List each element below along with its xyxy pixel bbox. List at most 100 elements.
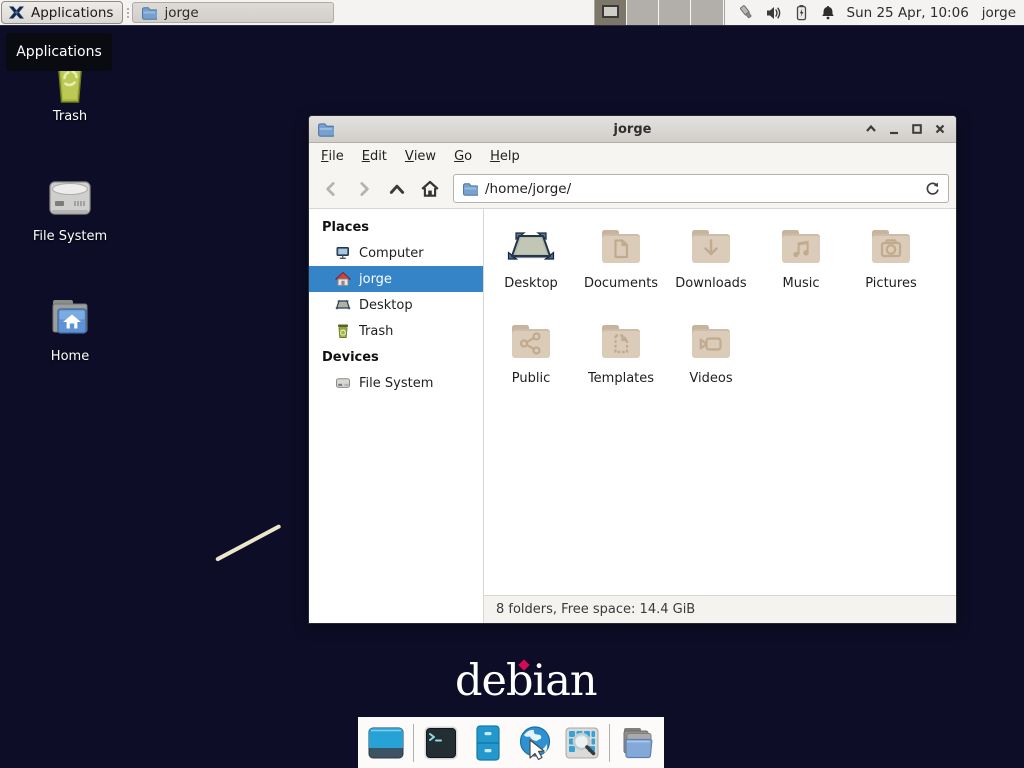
notifications-icon[interactable] bbox=[820, 4, 836, 21]
folder-label: Music bbox=[783, 276, 820, 291]
terminal-icon[interactable] bbox=[421, 723, 461, 763]
show-desktop-icon[interactable] bbox=[366, 723, 406, 763]
applications-tooltip: Applications bbox=[6, 33, 112, 71]
window-titlebar[interactable]: jorge bbox=[309, 116, 956, 143]
panel-handle[interactable] bbox=[123, 0, 132, 25]
folder-label: Public bbox=[512, 371, 550, 386]
menu-edit[interactable]: Edit bbox=[353, 143, 396, 169]
download-icon bbox=[687, 223, 735, 276]
menu-view[interactable]: View bbox=[396, 143, 445, 169]
folder-item-pictures[interactable]: Pictures bbox=[847, 223, 935, 318]
folder-label: Documents bbox=[584, 276, 658, 291]
desktop-icon bbox=[507, 223, 555, 276]
desktop-icon-home[interactable]: Home bbox=[15, 292, 125, 364]
desktop-icon bbox=[335, 297, 351, 313]
window-title: jorge bbox=[309, 122, 956, 137]
battery-icon[interactable] bbox=[794, 4, 809, 21]
main-pane: Desktop Documents bbox=[484, 209, 956, 623]
toolbar: /home/jorge/ bbox=[309, 169, 956, 209]
session-user-menu[interactable]: jorge bbox=[982, 0, 1024, 25]
sidebar-item-label: Trash bbox=[359, 324, 393, 339]
share-icon bbox=[507, 318, 555, 371]
workspace-window-preview bbox=[602, 5, 619, 18]
dock bbox=[358, 717, 664, 768]
maximize-button[interactable] bbox=[909, 121, 925, 137]
file-manager-window: jorge File Edit View Go Help bbox=[308, 115, 957, 624]
workspace-pager bbox=[594, 0, 725, 25]
workspace-2[interactable] bbox=[627, 0, 659, 25]
folder-item-documents[interactable]: Documents bbox=[577, 223, 665, 318]
home-button[interactable] bbox=[415, 175, 445, 203]
path-bar-input[interactable]: /home/jorge/ bbox=[453, 174, 949, 203]
desktop-icon-label: File System bbox=[33, 229, 107, 244]
panel-spacer bbox=[334, 0, 593, 25]
menu-help[interactable]: Help bbox=[481, 143, 529, 169]
video-icon bbox=[687, 318, 735, 371]
forward-button[interactable] bbox=[349, 175, 379, 203]
applications-menu-label: Applications bbox=[31, 5, 113, 21]
drive-icon bbox=[335, 375, 351, 391]
menu-file[interactable]: File bbox=[312, 143, 353, 169]
volume-icon[interactable] bbox=[766, 5, 783, 21]
applications-menu-button[interactable]: Applications bbox=[1, 1, 123, 24]
sidebar-item-trash[interactable]: Trash bbox=[309, 318, 483, 344]
camera-icon bbox=[867, 223, 915, 276]
menu-bar: File Edit View Go Help bbox=[309, 143, 956, 169]
taskbar-window-label: jorge bbox=[164, 5, 198, 21]
sidebar-item-desktop[interactable]: Desktop bbox=[309, 292, 483, 318]
hard-drive-icon bbox=[44, 172, 96, 224]
folder-item-templates[interactable]: Templates bbox=[577, 318, 665, 413]
reload-icon[interactable] bbox=[925, 181, 940, 196]
removable-media-icon[interactable] bbox=[737, 4, 755, 21]
directory-menu-icon[interactable] bbox=[616, 723, 656, 763]
minimize-button[interactable] bbox=[886, 121, 902, 137]
taskbar-window-button[interactable]: jorge bbox=[132, 2, 334, 23]
dock-separator bbox=[413, 724, 414, 762]
folder-label: Templates bbox=[588, 371, 654, 386]
desktop-icon-label: Home bbox=[51, 349, 89, 364]
side-pane: Places Computer bbox=[309, 209, 484, 623]
workspace-4[interactable] bbox=[691, 0, 723, 25]
icon-view: Desktop Documents bbox=[484, 209, 956, 595]
music-icon bbox=[777, 223, 825, 276]
top-panel: Applications jorge bbox=[0, 0, 1024, 26]
panel-clock[interactable]: Sun 25 Apr, 10:06 bbox=[847, 0, 982, 25]
desktop-icon-label: Trash bbox=[53, 109, 87, 124]
window-content: Places Computer bbox=[309, 209, 956, 623]
folder-item-downloads[interactable]: Downloads bbox=[667, 223, 755, 318]
system-tray bbox=[725, 0, 847, 25]
sidebar-item-label: jorge bbox=[359, 272, 392, 287]
debian-logo: debian bbox=[455, 658, 597, 708]
folder-item-public[interactable]: Public bbox=[487, 318, 575, 413]
sidebar-item-file-system[interactable]: File System bbox=[309, 370, 483, 396]
folder-item-desktop[interactable]: Desktop bbox=[487, 223, 575, 318]
sidebar-header-devices: Devices bbox=[309, 344, 483, 370]
dock-separator bbox=[609, 724, 610, 762]
tooltip-text: Applications bbox=[16, 44, 102, 60]
menu-go[interactable]: Go bbox=[445, 143, 481, 169]
folder-item-videos[interactable]: Videos bbox=[667, 318, 755, 413]
web-browser-icon[interactable] bbox=[515, 723, 555, 763]
sidebar-item-label: Desktop bbox=[359, 298, 413, 313]
folder-label: Videos bbox=[689, 371, 732, 386]
up-button[interactable] bbox=[382, 175, 412, 203]
trash-icon bbox=[335, 323, 351, 339]
folder-icon bbox=[462, 181, 478, 197]
desktop-icon-file-system[interactable]: File System bbox=[15, 172, 125, 244]
sidebar-item-computer[interactable]: Computer bbox=[309, 240, 483, 266]
path-text: /home/jorge/ bbox=[485, 181, 571, 197]
sidebar-item-jorge[interactable]: jorge bbox=[309, 266, 483, 292]
shade-button[interactable] bbox=[863, 121, 879, 137]
template-icon bbox=[597, 318, 645, 371]
folder-item-music[interactable]: Music bbox=[757, 223, 845, 318]
app-finder-icon[interactable] bbox=[562, 723, 602, 763]
file-manager-icon[interactable] bbox=[468, 723, 508, 763]
workspace-1[interactable] bbox=[595, 0, 627, 25]
computer-icon bbox=[335, 245, 351, 261]
workspace-3[interactable] bbox=[659, 0, 691, 25]
close-button[interactable] bbox=[932, 121, 948, 137]
status-bar: 8 folders, Free space: 14.4 GiB bbox=[484, 595, 956, 623]
sidebar-item-label: Computer bbox=[359, 246, 424, 261]
back-button[interactable] bbox=[316, 175, 346, 203]
folder-icon bbox=[141, 5, 157, 21]
